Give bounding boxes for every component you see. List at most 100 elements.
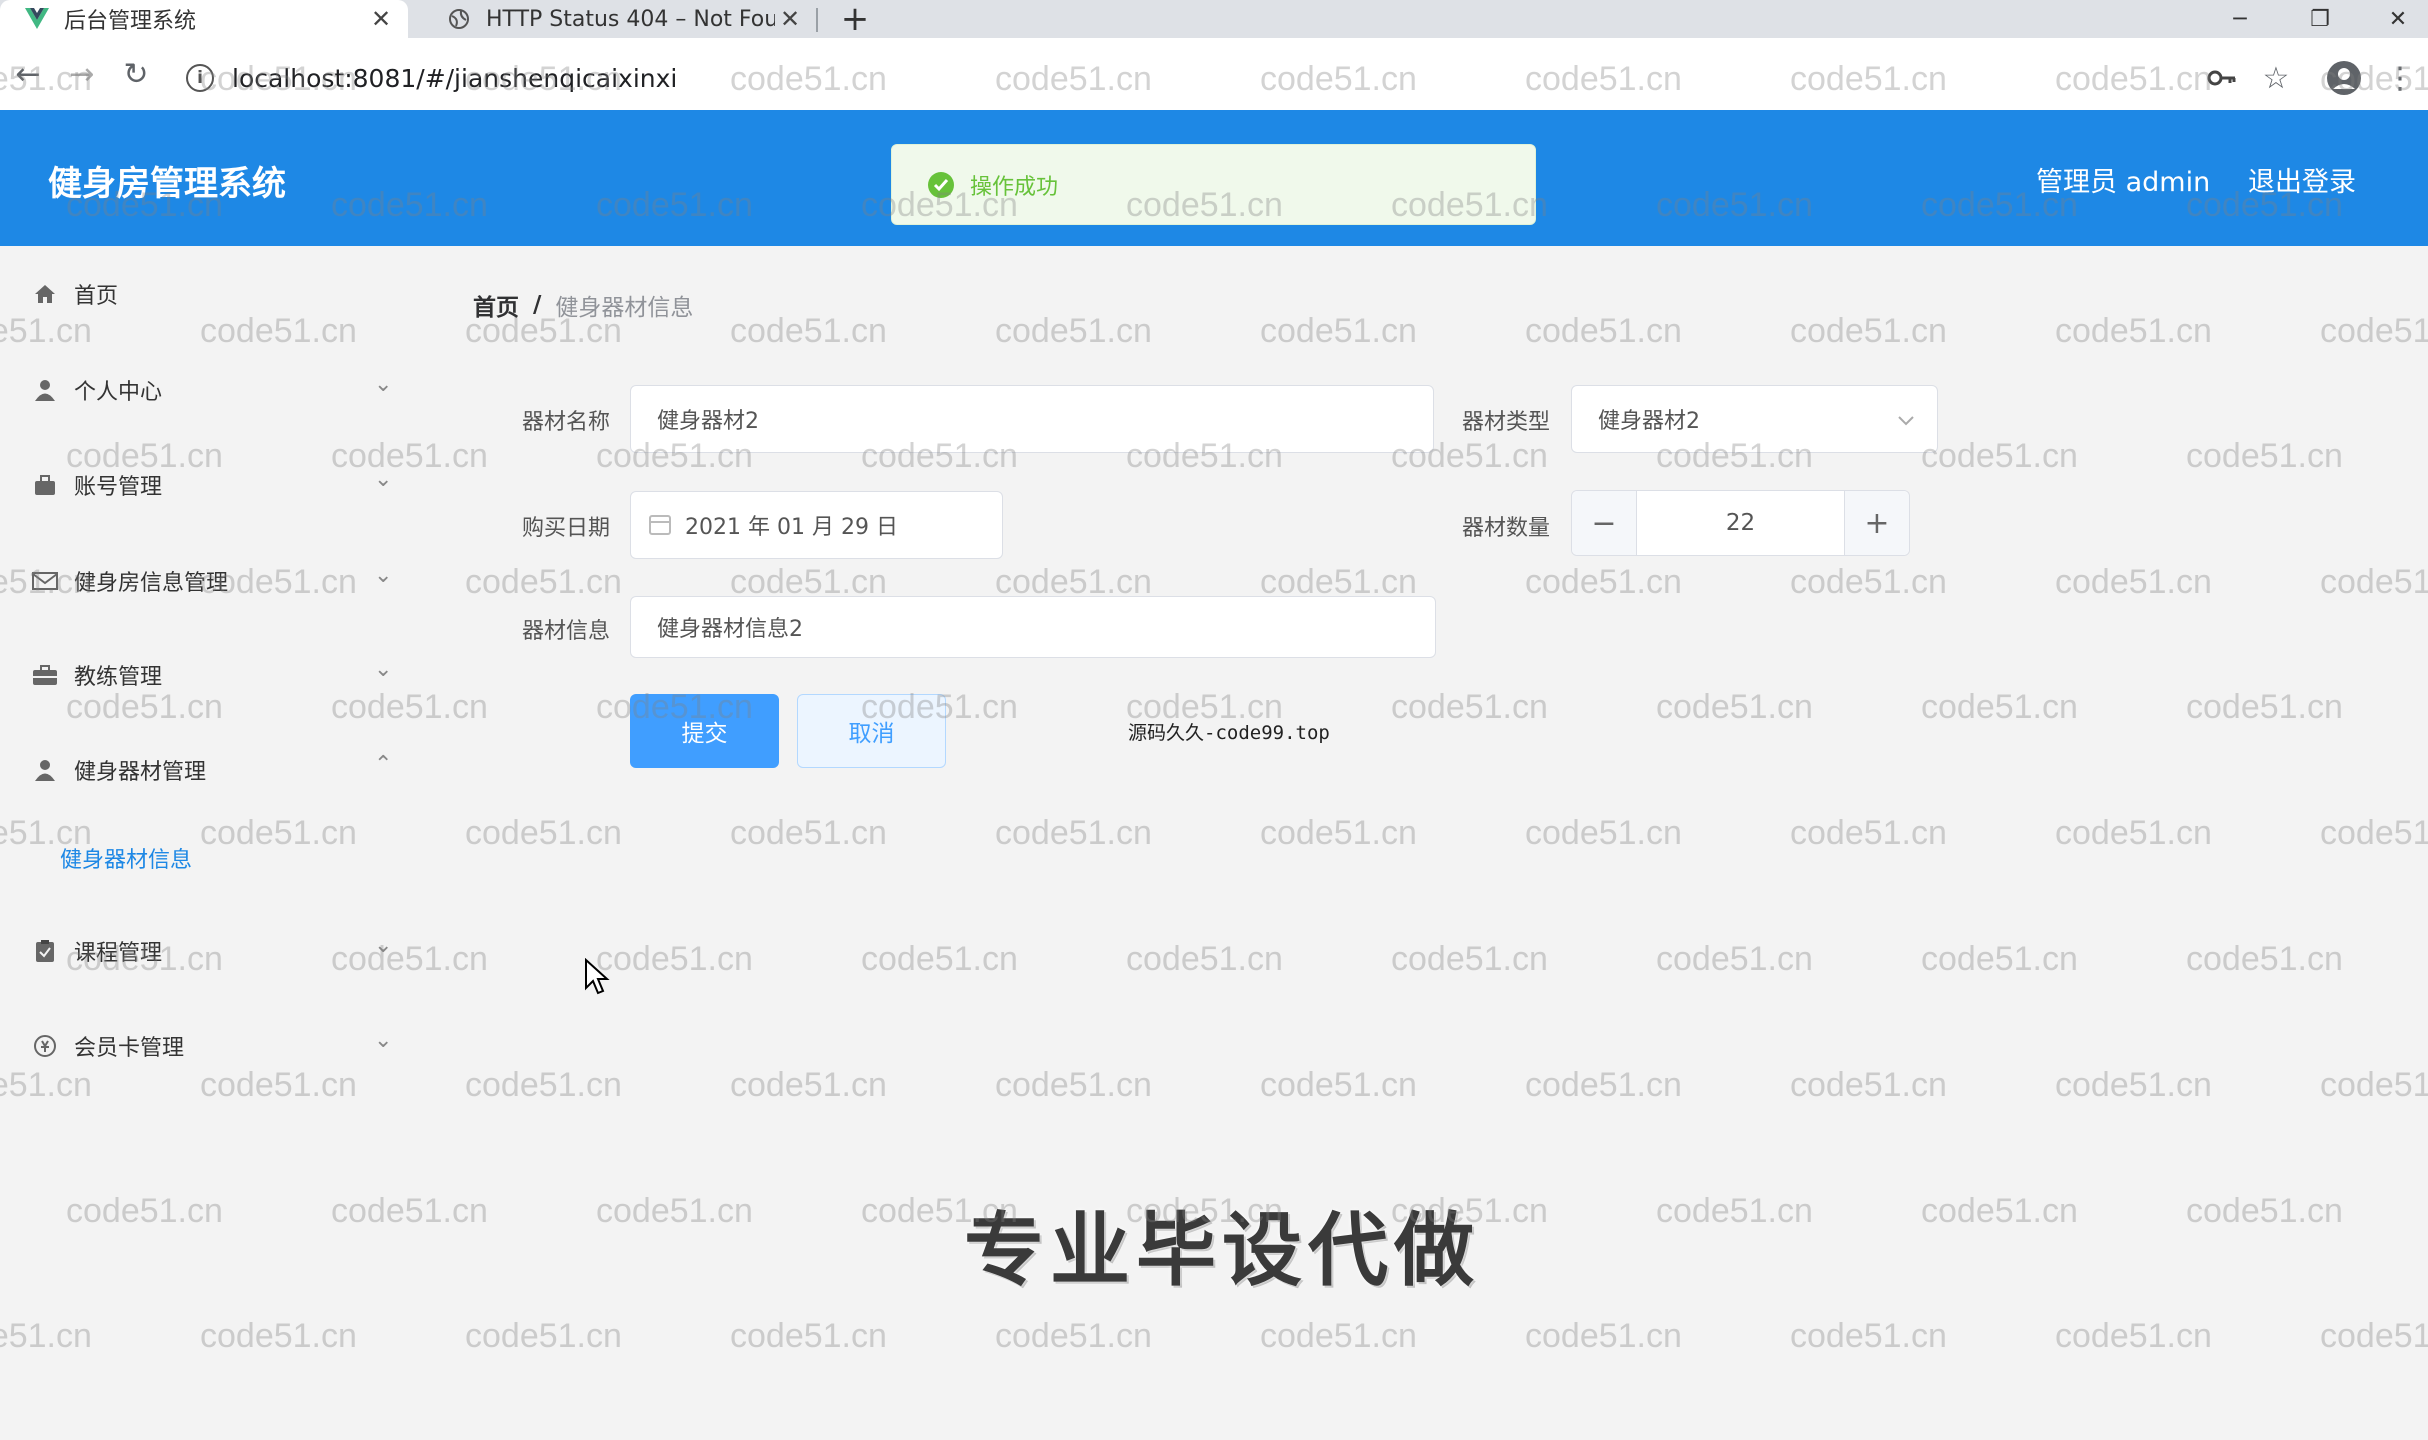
source-watermark-text: 源码久久-code99.top	[1128, 722, 1330, 744]
watermark-text: code51.cn	[1260, 1317, 1417, 1355]
watermark-text: code51.cn	[596, 1192, 753, 1230]
watermark-text: code51.cn	[1790, 814, 1947, 852]
chevron-down-icon: ⌄	[374, 657, 393, 682]
watermark-text: code51.cn	[1921, 940, 2078, 978]
purchase-date-picker[interactable]: 2021 年 01 月 29 日	[630, 491, 1003, 559]
watermark-text: code51.cn	[995, 814, 1152, 852]
equipment-info-label: 器材信息	[521, 619, 610, 644]
breadcrumb: 首页 / 健身器材信息	[473, 288, 693, 322]
info-icon[interactable]: i	[186, 64, 214, 92]
admin-label: 管理员 admin	[2036, 167, 2211, 198]
watermark-text: code51.cn	[2055, 1066, 2212, 1104]
watermark-text: code51.cn	[1260, 814, 1417, 852]
reload-icon[interactable]: ↻	[118, 56, 154, 92]
sidebar-subitem-label: 健身器材信息	[60, 848, 193, 873]
minimize-icon[interactable]: ─	[2210, 0, 2270, 38]
equipment-type-select[interactable]: 健身器材2	[1571, 385, 1938, 453]
chevron-down-icon	[1897, 408, 1915, 433]
watermark-text: code51.cn	[1391, 940, 1548, 978]
tab-title: HTTP Status 404 – Not Found	[486, 6, 775, 32]
browser-tab-inactive[interactable]: HTTP Status 404 – Not Found ✕	[422, 0, 817, 38]
window-close-icon[interactable]: ✕	[2368, 0, 2428, 38]
key-icon[interactable]	[2202, 58, 2242, 98]
tab-title: 后台管理系统	[64, 9, 197, 34]
equipment-name-value: 健身器材2	[657, 409, 759, 434]
globe-icon	[446, 6, 472, 32]
sidebar-item-member-card[interactable]: 会员卡管理 ⌄	[0, 1016, 430, 1076]
watermark-text: code51.cn	[1790, 563, 1947, 601]
success-toast: 操作成功	[891, 144, 1536, 225]
new-tab-icon[interactable]: +	[838, 2, 872, 36]
watermark-text: code51.cn	[1260, 312, 1417, 350]
watermark-text: code51.cn	[1921, 688, 2078, 726]
star-icon[interactable]: ☆	[2256, 58, 2296, 98]
submit-button[interactable]: 提交	[630, 694, 779, 768]
watermark-text: code51.cn	[1126, 940, 1283, 978]
watermark-text: code51.cn	[596, 940, 753, 978]
sidebar-item-account[interactable]: 账号管理 ⌄	[0, 455, 430, 515]
equipment-info-input[interactable]: 健身器材信息2	[630, 596, 1436, 658]
breadcrumb-home[interactable]: 首页	[473, 288, 519, 322]
watermark-text: code51.cn	[2055, 312, 2212, 350]
cancel-button[interactable]: 取消	[797, 694, 946, 768]
watermark-text: code51.cn	[1525, 1066, 1682, 1104]
watermark-text: code51.cn	[2055, 1317, 2212, 1355]
purchase-date-value: 2021 年 01 月 29 日	[685, 515, 898, 540]
watermark-text: code51.cn	[2320, 563, 2428, 601]
watermark-text: code51.cn	[2186, 437, 2343, 475]
watermark-text: code51.cn	[1790, 1066, 1947, 1104]
close-icon[interactable]: ✕	[775, 4, 805, 34]
equipment-name-input[interactable]: 健身器材2	[630, 385, 1434, 453]
sidebar-item-equipment[interactable]: 健身器材管理 ⌃	[0, 740, 430, 800]
sidebar-item-label: 个人中心	[74, 380, 163, 405]
briefcase-icon	[30, 660, 60, 690]
breadcrumb-separator: /	[533, 292, 542, 318]
app-title: 健身房管理系统	[48, 164, 286, 204]
sidebar-item-label: 健身房信息管理	[74, 571, 229, 596]
watermark-text: code51.cn	[730, 1317, 887, 1355]
watermark-text: code51.cn	[995, 1066, 1152, 1104]
quantity-stepper: − 22 +	[1571, 490, 1910, 556]
sidebar-item-coach[interactable]: 教练管理 ⌄	[0, 645, 430, 705]
profile-icon[interactable]	[2324, 58, 2364, 98]
watermark-text: code51.cn	[1656, 940, 1813, 978]
watermark-text: code51.cn	[730, 312, 887, 350]
sidebar-item-label: 健身器材管理	[74, 760, 207, 785]
chevron-down-icon: ⌄	[374, 563, 393, 588]
watermark-text: code51.cn	[2320, 1317, 2428, 1355]
user-icon	[30, 375, 60, 405]
watermark-text: code51.cn	[465, 1317, 622, 1355]
logout-button[interactable]: 退出登录	[2248, 160, 2356, 199]
watermark-text: code51.cn	[730, 1066, 887, 1104]
browser-tab-strip: 后台管理系统 ✕ HTTP Status 404 – Not Found ✕ +…	[0, 0, 2428, 38]
watermark-text: code51.cn	[1656, 688, 1813, 726]
sidebar-item-course[interactable]: 课程管理 ⌄	[0, 921, 430, 981]
mouse-cursor-icon	[584, 957, 610, 1000]
url-field[interactable]: i localhost:8081/#/jianshenqicaixinxi	[186, 58, 2166, 98]
clipboard-icon	[30, 936, 60, 966]
user-icon	[30, 755, 60, 785]
equipment-type-label: 器材类型	[1461, 410, 1550, 435]
watermark-text: code51.cn	[2320, 312, 2428, 350]
sidebar-subitem-equipment-info[interactable]: 健身器材信息	[0, 830, 430, 886]
back-icon[interactable]: ←	[10, 56, 46, 92]
increment-button[interactable]: +	[1844, 491, 1909, 555]
sidebar-item-gym-info[interactable]: 健身房信息管理 ⌄	[0, 551, 430, 611]
sidebar-item-personal-center[interactable]: 个人中心 ⌄	[0, 360, 430, 420]
menu-kebab-icon[interactable]: ⋮	[2380, 58, 2420, 98]
restore-icon[interactable]: ❐	[2290, 0, 2350, 38]
watermark-text: code51.cn	[1525, 814, 1682, 852]
quantity-value[interactable]: 22	[1637, 491, 1844, 555]
close-icon[interactable]: ✕	[366, 4, 396, 34]
watermark-text: code51.cn	[465, 814, 622, 852]
sidebar-item-home[interactable]: 首页	[0, 264, 430, 324]
watermark-text: code51.cn	[1391, 688, 1548, 726]
watermark-text: code51.cn	[1525, 1317, 1682, 1355]
toast-message: 操作成功	[970, 174, 1059, 200]
decrement-button[interactable]: −	[1572, 491, 1637, 555]
watermark-text: code51.cn	[1921, 437, 2078, 475]
calendar-icon	[649, 515, 671, 535]
browser-tab-active[interactable]: 后台管理系统 ✕	[0, 0, 408, 38]
sidebar-item-label: 课程管理	[74, 941, 163, 966]
forward-icon[interactable]: →	[64, 56, 100, 92]
